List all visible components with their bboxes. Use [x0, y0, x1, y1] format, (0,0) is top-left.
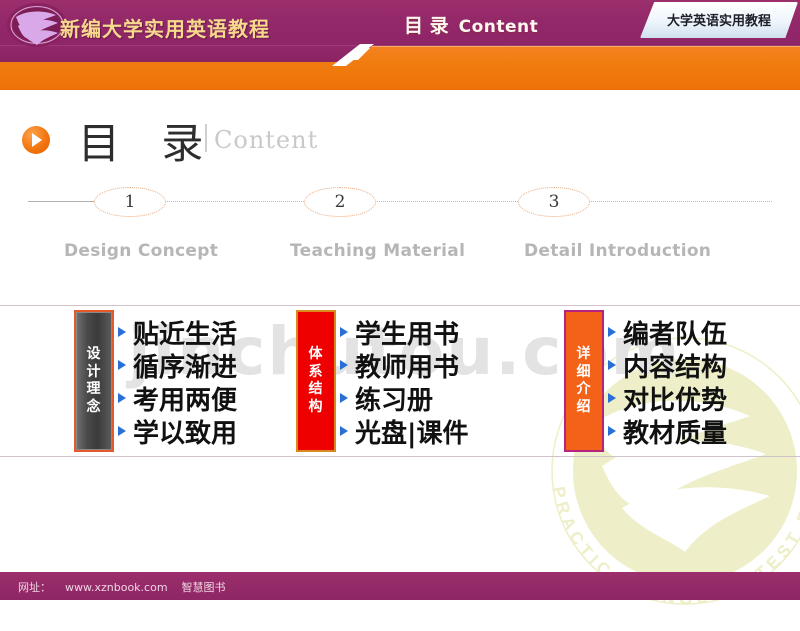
step-bubble-2[interactable]: 2: [304, 187, 376, 217]
column-tab-3-char-2: 细: [576, 363, 592, 380]
play-circle-icon: [22, 126, 50, 154]
title-divider: [205, 124, 207, 152]
column-tab-1-char-1: 设: [86, 346, 102, 362]
column-tab-3[interactable]: 详 细 介 绍: [564, 310, 604, 452]
footer-text: 网址： www.xznbook.com 智慧图书: [18, 579, 226, 595]
list-item-label: 考用两便: [133, 386, 238, 416]
page-title-cn: 目 录: [78, 119, 218, 168]
column-tab-1-char-3: 理: [86, 381, 102, 397]
list-item-label: 对比优势: [623, 386, 728, 416]
column-tab-1-char-2: 计: [86, 363, 102, 380]
list-item-label: 内容结构: [623, 353, 728, 383]
steps-row: 1 2 3 Design Concept Teaching Material D…: [0, 185, 800, 275]
arrow-bullet-icon: [608, 360, 616, 370]
course-badge[interactable]: 大学英语实用教程: [640, 2, 798, 38]
step-bubble-1[interactable]: 1: [94, 187, 166, 217]
list-item-label: 贴近生活: [133, 320, 238, 350]
arrow-bullet-icon: [340, 327, 348, 337]
column-tab-1-inner: 设 计 理 念: [76, 312, 112, 450]
step-bubble-3[interactable]: 3: [518, 187, 590, 217]
brand-logo-icon: [6, 2, 68, 48]
list-item[interactable]: 编者队伍: [608, 314, 800, 350]
column-tab-2-char-2: 系: [308, 363, 324, 380]
arrow-bullet-icon: [118, 393, 126, 403]
section-bar-wedge: [0, 46, 358, 62]
list-item-label: 教师用书: [355, 353, 460, 383]
column-2-items: 学生用书 教师用书 练习册 光盘|课件: [340, 314, 550, 449]
column-3-items: 编者队伍 内容结构 对比优势 教材质量: [608, 314, 800, 449]
list-item-label: 教材质量: [623, 419, 728, 449]
step-label-1: Design Concept: [64, 241, 219, 261]
column-tab-2-char-4: 构: [308, 398, 324, 415]
list-item[interactable]: 对比优势: [608, 380, 800, 416]
footer-bar: 网址： www.xznbook.com 智慧图书: [0, 572, 800, 600]
column-tab-2-char-3: 结: [308, 381, 324, 397]
list-item[interactable]: 教师用书: [340, 347, 550, 383]
section-bar-cn: 目 录: [404, 15, 449, 37]
brand-title: 新编大学实用英语教程: [60, 17, 270, 41]
slide-root: PRACTICAL ENGLISH TEST FOR C jinchutou.c…: [0, 0, 800, 608]
page-title: 目 录 Content: [0, 108, 800, 168]
steps-connector-solid: [28, 201, 100, 202]
column-tab-1[interactable]: 设 计 理 念: [74, 310, 114, 452]
list-item[interactable]: 内容结构: [608, 347, 800, 383]
arrow-bullet-icon: [608, 426, 616, 436]
arrow-bullet-icon: [118, 426, 126, 436]
column-tab-3-char-1: 详: [576, 346, 592, 362]
column-tab-2-inner: 体 系 结 构: [298, 312, 334, 450]
list-item-label: 编者队伍: [623, 320, 728, 350]
arrow-bullet-icon: [118, 327, 126, 337]
list-item-label: 循序渐进: [133, 353, 238, 383]
list-item-label: 学生用书: [355, 320, 460, 350]
column-tab-3-inner: 详 细 介 绍: [566, 312, 602, 450]
content-panel: 设 计 理 念 贴近生活 循序渐进 考用两便 学以致用 体 系 结 构 学生用书…: [0, 305, 800, 457]
column-tab-3-char-4: 绍: [576, 398, 592, 415]
list-item-label: 学以致用: [133, 419, 238, 449]
column-tab-2-char-1: 体: [308, 346, 324, 362]
step-label-2: Teaching Material: [290, 241, 466, 261]
section-bar-en: Content: [458, 17, 539, 37]
list-item[interactable]: 教材质量: [608, 413, 800, 449]
step-label-3: Detail Introduction: [524, 241, 712, 261]
page-title-en: Content: [214, 126, 319, 154]
arrow-bullet-icon: [118, 360, 126, 370]
list-item-label: 练习册: [355, 386, 434, 416]
footer-label: 网址：: [18, 581, 51, 594]
list-item-label: 光盘|课件: [355, 419, 469, 449]
column-tab-3-char-3: 介: [576, 381, 592, 397]
arrow-bullet-icon: [340, 426, 348, 436]
arrow-bullet-icon: [340, 393, 348, 403]
column-tab-2[interactable]: 体 系 结 构: [296, 310, 336, 452]
column-tab-1-char-4: 念: [86, 398, 102, 415]
footer-url[interactable]: www.xznbook.com: [65, 581, 168, 594]
arrow-bullet-icon: [608, 393, 616, 403]
arrow-bullet-icon: [608, 327, 616, 337]
footer-publisher: 智慧图书: [181, 581, 226, 594]
list-item[interactable]: 学生用书: [340, 314, 550, 350]
course-badge-label: 大学英语实用教程: [666, 14, 771, 29]
arrow-bullet-icon: [340, 360, 348, 370]
list-item[interactable]: 练习册: [340, 380, 550, 416]
list-item[interactable]: 光盘|课件: [340, 413, 550, 449]
section-bar-label: 目 录 Content: [404, 11, 538, 38]
